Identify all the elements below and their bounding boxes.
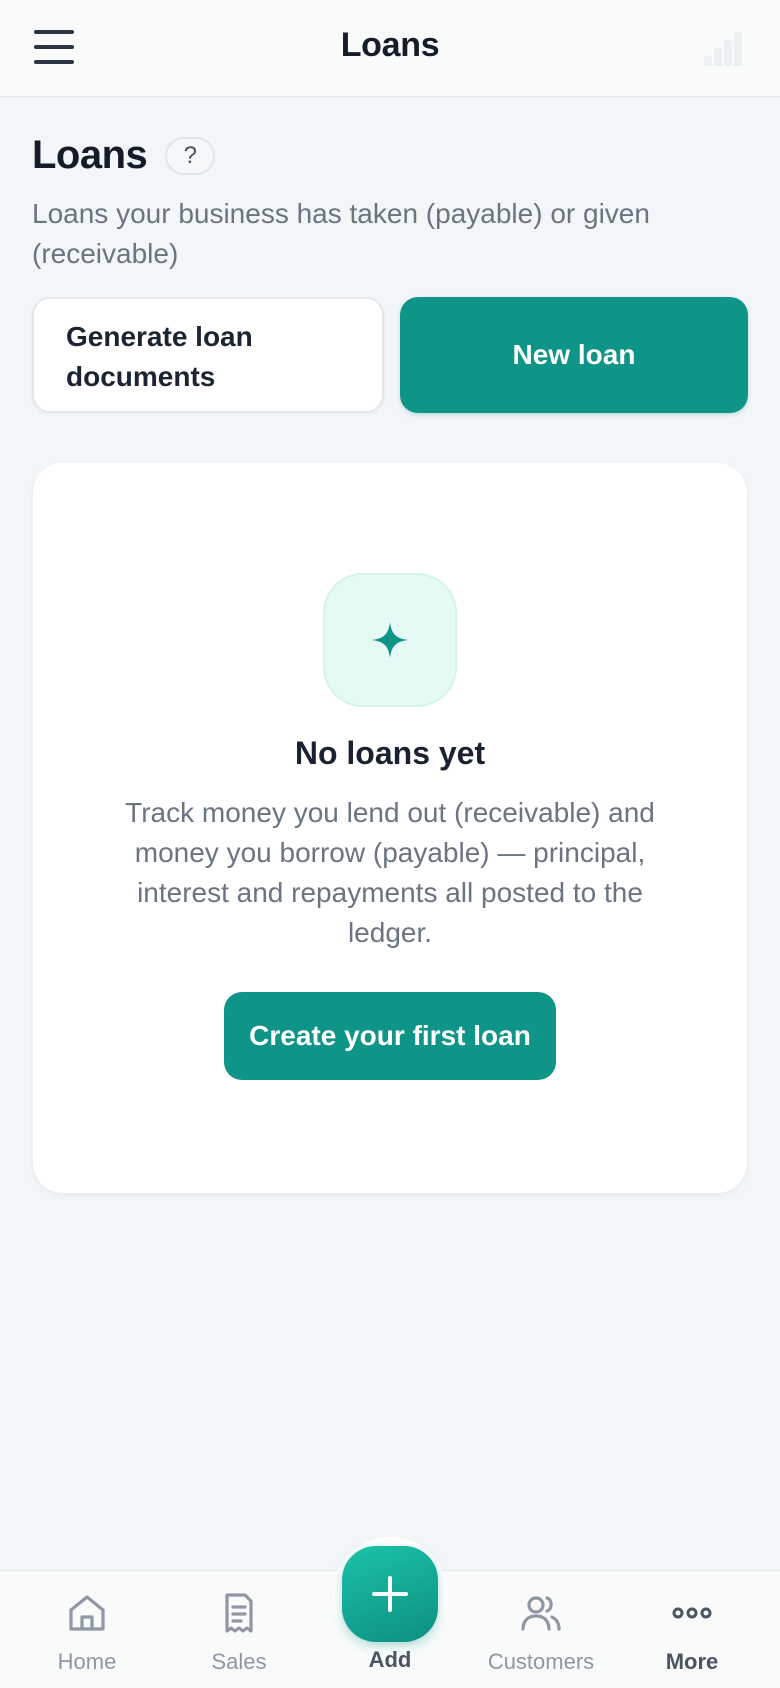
nav-item-customers[interactable]: Customers — [466, 1589, 616, 1675]
nav-label-customers: Customers — [487, 1649, 595, 1674]
empty-state-title: No loans yet — [294, 735, 486, 771]
generate-loan-documents-button[interactable]: Generate loan documents — [32, 297, 384, 413]
page-title: Loans — [32, 133, 148, 177]
more-icon — [617, 1589, 767, 1637]
nav-item-sales[interactable]: Sales — [164, 1589, 314, 1675]
nav-item-more[interactable]: More — [617, 1589, 767, 1675]
nav-item-home[interactable]: Home — [12, 1589, 162, 1675]
top-app-bar: Loans — [0, 0, 780, 97]
empty-state-description: Track money you lend out (receivable) an… — [125, 797, 655, 948]
new-loan-button[interactable]: New loan — [400, 297, 748, 413]
nav-label-sales: Sales — [211, 1649, 267, 1674]
empty-state-card: No loans yet Track money you lend out (r… — [33, 463, 747, 1193]
signal-icon — [704, 30, 744, 66]
add-button[interactable] — [342, 1546, 438, 1642]
sparkle-icon — [323, 573, 457, 707]
help-button[interactable]: ? — [165, 136, 216, 175]
nav-label-more: More — [665, 1649, 719, 1674]
users-icon — [466, 1589, 616, 1637]
app-bar-title: Loans — [340, 26, 440, 64]
add-button-label: Add — [368, 1647, 412, 1672]
page-subtitle: Loans your business has taken (payable) … — [32, 198, 650, 269]
nav-label-home: Home — [57, 1649, 117, 1674]
home-icon — [12, 1589, 162, 1637]
receipt-icon — [164, 1589, 314, 1637]
page-header: Loans ? — [32, 133, 216, 178]
create-first-loan-button[interactable]: Create your first loan — [224, 992, 556, 1080]
plus-icon — [372, 1576, 408, 1612]
